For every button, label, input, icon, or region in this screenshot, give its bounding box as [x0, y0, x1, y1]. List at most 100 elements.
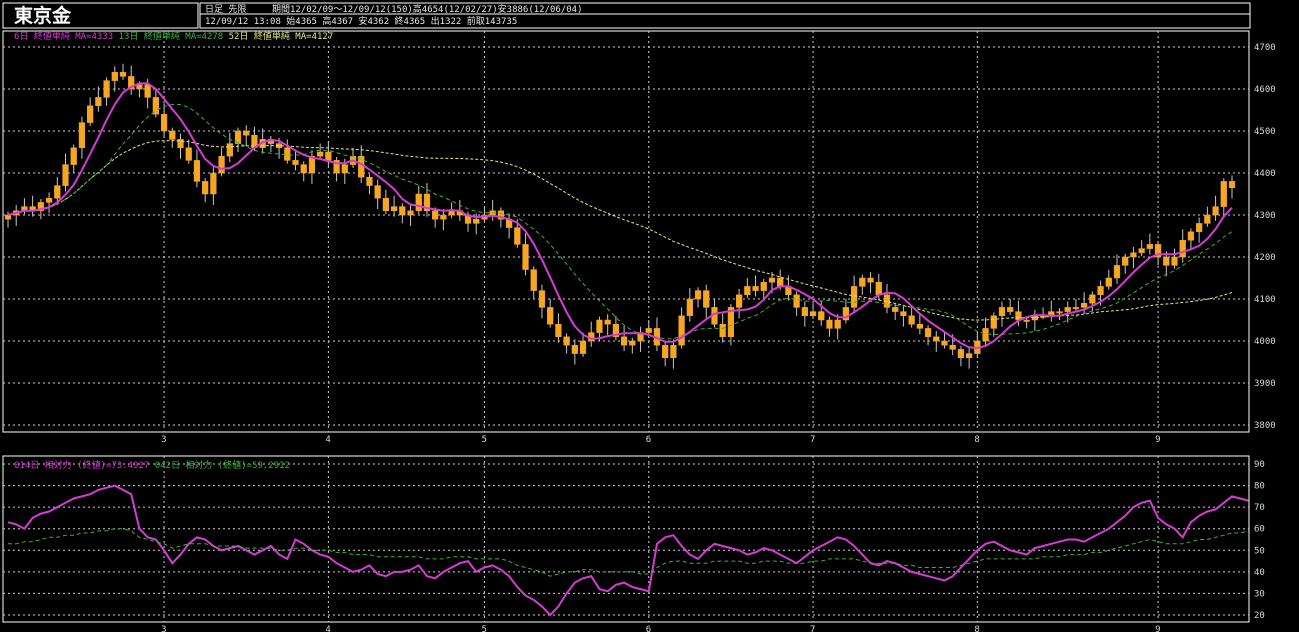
- x-tick-label: 9: [1155, 625, 1160, 632]
- candle-body: [185, 147, 192, 161]
- legend-entry: 042日 相対力 (終値)=59.2912: [149, 459, 290, 471]
- candle-body: [440, 214, 447, 220]
- candle-body: [193, 160, 201, 182]
- candle-body: [70, 147, 77, 165]
- x-tick-label: 5: [481, 625, 486, 632]
- x-tick-label: 9: [1155, 435, 1160, 445]
- y-tick-label: 40: [1254, 568, 1265, 578]
- candle-body: [735, 294, 743, 308]
- candle-body: [300, 164, 307, 174]
- candle-body: [801, 307, 808, 317]
- candle-body: [243, 130, 250, 136]
- candle-body: [933, 336, 940, 342]
- candle-body: [793, 294, 800, 308]
- candle-body: [826, 319, 833, 329]
- chart: 東京金 日足 先限 期間12/02/09～12/09/12(150)高4654(…: [0, 0, 1299, 632]
- legend-entry: 13日 終値単純 MA=4278: [113, 30, 223, 42]
- y-tick-label: 3800: [1254, 421, 1276, 431]
- candle-body: [374, 185, 381, 199]
- candle-body: [629, 340, 636, 346]
- candle-body: [1130, 252, 1137, 258]
- candle-body: [160, 113, 168, 132]
- candle-body: [834, 319, 841, 329]
- x-tick-label: 3: [161, 625, 166, 632]
- candle-body: [522, 244, 529, 270]
- candle-body: [530, 269, 537, 291]
- candle-body: [399, 206, 406, 216]
- x-tick-label: 8: [974, 435, 979, 445]
- legend-entry: 014日 相対力 (終値)=73.4927: [14, 459, 149, 471]
- candle-body: [662, 344, 669, 359]
- candle-body: [990, 315, 997, 329]
- candle-body: [1089, 294, 1096, 304]
- candle-body: [1187, 231, 1195, 241]
- candle-body: [1196, 223, 1203, 233]
- candle-body: [95, 97, 102, 107]
- chart-mode: 日足 先限: [205, 3, 246, 15]
- candle-body: [169, 130, 176, 140]
- candle-body: [620, 336, 628, 346]
- candle-body: [850, 286, 858, 308]
- candle-body: [1122, 256, 1129, 266]
- candle-body: [924, 328, 932, 338]
- y-tick-label: 4400: [1254, 169, 1276, 179]
- y-tick-label: 4300: [1254, 211, 1276, 221]
- candle-body: [1105, 277, 1112, 287]
- x-tick-label: 7: [810, 435, 815, 445]
- y-tick-label: 20: [1254, 611, 1265, 621]
- candle-body: [966, 353, 973, 359]
- candle-body: [415, 193, 422, 212]
- y-tick-label: 90: [1254, 460, 1265, 470]
- candle-body: [4, 214, 12, 220]
- candle-body: [119, 71, 127, 77]
- y-tick-label: 50: [1254, 546, 1265, 556]
- y-tick-label: 60: [1254, 525, 1265, 535]
- x-tick-label: 6: [646, 435, 651, 445]
- candle-body: [1171, 256, 1178, 266]
- candle-body: [473, 218, 480, 224]
- candle-body: [358, 155, 365, 178]
- candle-body: [547, 307, 554, 325]
- candle-body: [678, 315, 685, 346]
- candle-body: [1072, 307, 1080, 310]
- y-tick-label: 4200: [1254, 253, 1276, 263]
- last-bar-info: 12/09/12 13:08 始4365 高4367 安4362 終4365 出…: [205, 15, 517, 27]
- price-legend: 6日 終値単純 MA=4333 13日 終値単純 MA=4278 52日 終値単…: [14, 30, 333, 42]
- candle-body: [1204, 214, 1211, 224]
- y-tick-label: 80: [1254, 482, 1265, 492]
- x-tick-label: 4: [325, 625, 330, 632]
- y-tick-label: 4600: [1254, 85, 1276, 95]
- candle-body: [210, 172, 217, 195]
- candle-body: [514, 227, 521, 245]
- candle-body: [1212, 206, 1219, 216]
- candle-body: [1179, 239, 1186, 258]
- candle-body: [78, 122, 86, 149]
- candle-body: [317, 151, 324, 157]
- candle-body: [284, 147, 291, 161]
- candle-body: [1015, 311, 1022, 321]
- candle-body: [571, 344, 578, 354]
- candle-body: [1228, 181, 1236, 188]
- candle-body: [111, 71, 118, 81]
- candle-body: [341, 164, 348, 174]
- y-tick-label: 4100: [1254, 295, 1276, 305]
- candle-body: [645, 328, 652, 333]
- candle-body: [768, 277, 776, 283]
- candle-body: [1056, 311, 1063, 314]
- candle-body: [1081, 302, 1088, 308]
- candle-body: [1163, 256, 1170, 266]
- x-tick-label: 7: [810, 625, 815, 632]
- candle-body: [982, 328, 989, 342]
- candle-body: [218, 155, 225, 174]
- x-tick-label: 3: [161, 435, 166, 445]
- candle-body: [1023, 319, 1030, 322]
- candle-body: [859, 277, 866, 287]
- candle-body: [87, 105, 94, 123]
- candle-body: [957, 349, 965, 359]
- candle-body: [382, 197, 390, 212]
- candle-body: [941, 340, 948, 346]
- candle-body: [703, 290, 710, 308]
- candle-body: [448, 210, 455, 216]
- candle-body: [103, 80, 110, 98]
- candle-body: [916, 323, 923, 329]
